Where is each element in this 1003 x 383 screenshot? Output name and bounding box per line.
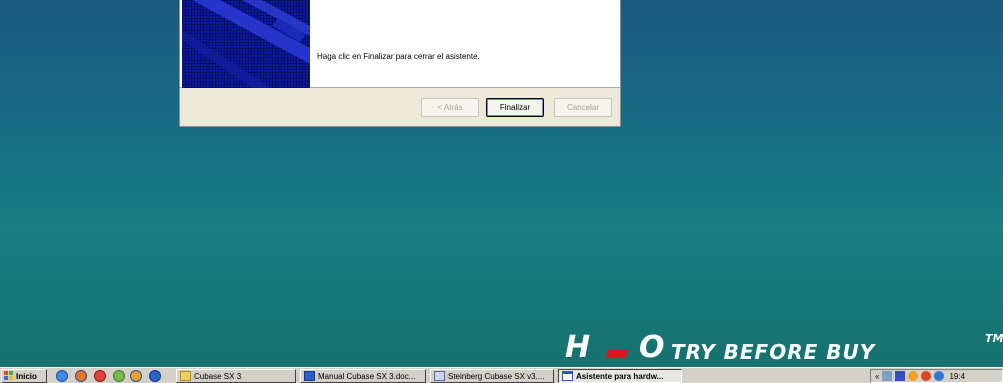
network-icon[interactable]: [149, 370, 161, 382]
watermark-tagline: TRY BEFORE BUY: [671, 340, 876, 364]
task-label: Asistente para hardw...: [576, 371, 664, 381]
mail-icon[interactable]: [94, 370, 106, 382]
messenger-tray-icon[interactable]: [908, 371, 919, 381]
media-player-icon[interactable]: [113, 370, 125, 382]
watermark-h: H: [565, 330, 592, 365]
security-tray-icon[interactable]: [921, 371, 932, 381]
taskbar: Inicio Cubase SX 3 Manual Cubase SX 3.do…: [0, 367, 1003, 383]
watermark-logo: H O TRY BEFORE BUY TM: [563, 330, 1003, 365]
windows-logo-icon: [4, 371, 14, 381]
task-label: Manual Cubase SX 3.doc...: [318, 371, 416, 381]
word-document-icon: [304, 371, 315, 381]
task-cubase-folder[interactable]: Cubase SX 3: [176, 369, 296, 383]
wizard-content-panel: Haga clic en Finalizar para cerrar el as…: [180, 0, 620, 88]
network-tray-icon[interactable]: [882, 371, 893, 381]
task-steinberg-cubase[interactable]: Steinberg Cubase SX v3....: [430, 369, 554, 383]
messenger-icon[interactable]: [130, 370, 142, 382]
finish-button[interactable]: Finalizar: [486, 98, 544, 117]
volume-tray-icon[interactable]: [895, 371, 906, 381]
start-label: Inicio: [16, 371, 37, 381]
back-button[interactable]: < Atrás: [421, 98, 479, 117]
task-word-manual[interactable]: Manual Cubase SX 3.doc...: [300, 369, 426, 383]
update-tray-icon[interactable]: [934, 371, 945, 381]
watermark-trademark: TM: [985, 332, 1003, 345]
clock[interactable]: 19:4: [949, 372, 965, 381]
wizard-banner-image: [182, 0, 310, 88]
start-button[interactable]: Inicio: [1, 369, 47, 383]
finish-instruction-text: Haga clic en Finalizar para cerrar el as…: [317, 52, 480, 61]
watermark-dash: [605, 350, 629, 358]
cancel-button[interactable]: Cancelar: [554, 98, 612, 117]
folder-icon: [180, 371, 191, 381]
task-label: Cubase SX 3: [194, 371, 242, 381]
task-hardware-wizard[interactable]: Asistente para hardw...: [558, 369, 682, 383]
system-tray: « 19:4: [870, 369, 1003, 383]
firefox-icon[interactable]: [75, 370, 87, 382]
tray-expand-chevron-icon[interactable]: «: [875, 372, 879, 381]
wizard-dialog: Haga clic en Finalizar para cerrar el as…: [179, 0, 621, 127]
task-label: Steinberg Cubase SX v3....: [448, 371, 545, 381]
wizard-window-icon: [562, 371, 573, 381]
watermark-o: O: [639, 330, 665, 365]
internet-explorer-icon[interactable]: [56, 370, 68, 382]
application-icon: [434, 371, 445, 381]
